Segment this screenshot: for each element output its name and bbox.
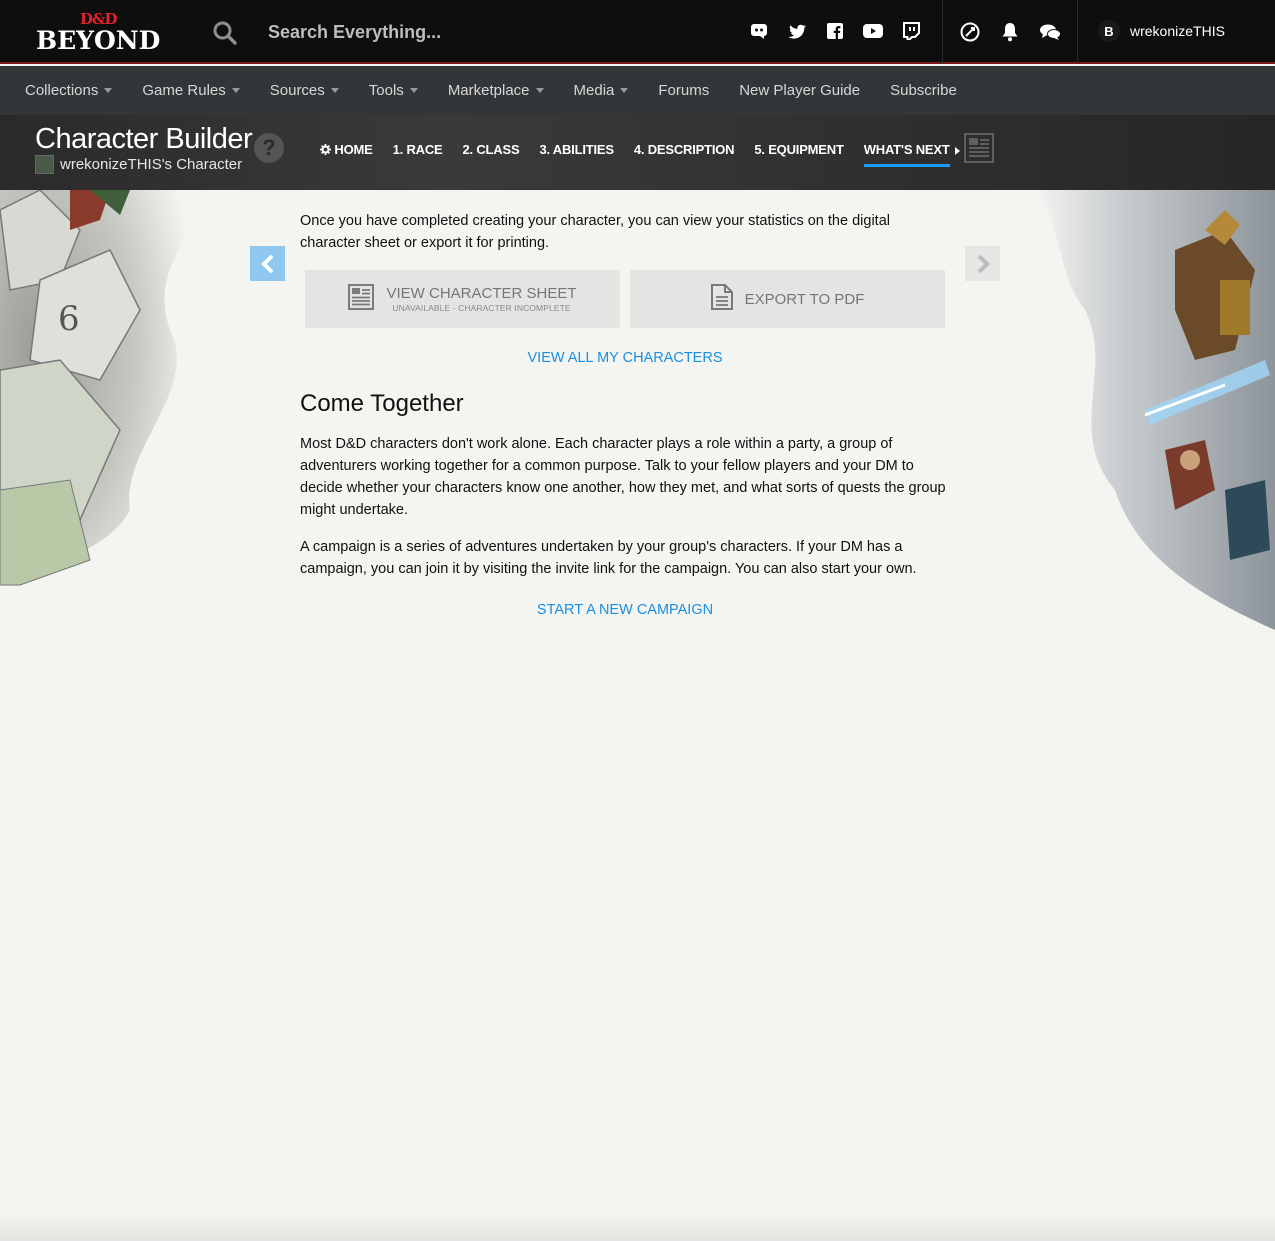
dnd-beyond-logo[interactable]: D&D BEYOND: [36, 10, 168, 56]
nav-label: New Player Guide: [739, 82, 861, 99]
step-whats-next[interactable]: WHAT'S NEXT: [863, 142, 960, 167]
step-abilities[interactable]: 3. ABILITIES: [539, 142, 614, 167]
step-label: 2. CLASS: [462, 142, 520, 157]
step-class[interactable]: 2. CLASS: [463, 142, 520, 167]
nav-label: Tools: [368, 82, 404, 99]
document-icon: [710, 283, 733, 315]
discord-icon[interactable]: [748, 20, 770, 42]
nav-label: Game Rules: [142, 82, 226, 99]
start-new-campaign-link[interactable]: START A NEW CAMPAIGN: [300, 602, 950, 618]
question-icon: ?: [262, 135, 276, 160]
chat-icon[interactable]: [1038, 20, 1062, 44]
header-divider: [942, 0, 943, 64]
caret-right-icon: [954, 146, 960, 155]
nav-label: Sources: [269, 82, 325, 99]
gear-icon: [320, 142, 334, 157]
step-home[interactable]: HOME: [320, 142, 373, 167]
nav-label: Collections: [25, 82, 99, 99]
caret-down-icon: [620, 88, 629, 93]
twitter-icon[interactable]: [786, 20, 808, 42]
social-links: [748, 20, 922, 42]
dice-icon[interactable]: [958, 20, 982, 44]
previous-step-button[interactable]: [250, 246, 285, 281]
page-title: Character Builder: [35, 123, 253, 155]
nav-item-collections[interactable]: Collections: [25, 82, 113, 99]
step-label: 3. ABILITIES: [539, 142, 614, 157]
character-sheet-icon[interactable]: [964, 133, 994, 163]
character-name: wrekonizeTHIS's Character: [35, 155, 242, 174]
main-nav: Collections Game Rules Sources Tools Mar…: [0, 66, 1275, 115]
step-label: 5. EQUIPMENT: [754, 142, 844, 157]
nav-label: Subscribe: [890, 82, 957, 99]
twitch-icon[interactable]: [900, 20, 922, 42]
logo-beyond-text: BEYOND: [36, 26, 161, 55]
facebook-icon[interactable]: [824, 20, 846, 42]
nav-label: Marketplace: [447, 82, 530, 99]
bell-icon[interactable]: [998, 20, 1022, 44]
svg-text:6: 6: [58, 299, 80, 339]
step-label: 1. RACE: [392, 142, 443, 157]
step-description[interactable]: 4. DESCRIPTION: [634, 142, 735, 167]
step-race[interactable]: 1. RACE: [393, 142, 443, 167]
main-content: Once you have completed creating your ch…: [300, 190, 950, 254]
campaign-paragraph: A campaign is a series of adventures und…: [300, 539, 917, 577]
youtube-icon[interactable]: [862, 20, 884, 42]
step-label: 4. DESCRIPTION: [633, 142, 735, 157]
view-sheet-labels: VIEW CHARACTER SHEET UNAVAILABLE - CHARA…: [386, 285, 576, 313]
page-bottom-fade: [0, 1213, 1275, 1241]
help-button[interactable]: ?: [254, 133, 284, 163]
come-together-paragraph: Most D&D characters don't work alone. Ea…: [300, 436, 946, 518]
intro-text: Once you have completed creating your ch…: [300, 213, 890, 251]
nav-item-marketplace[interactable]: Marketplace: [448, 82, 544, 99]
view-sheet-label: VIEW CHARACTER SHEET: [386, 285, 577, 302]
step-label: WHAT'S NEXT: [863, 142, 950, 157]
section-title: Come Together: [300, 390, 464, 417]
dice-artwork: 6: [0, 190, 220, 590]
nav-item-new-player-guide[interactable]: New Player Guide: [739, 82, 860, 99]
builder-steps: HOME 1. RACE 2. CLASS 3. ABILITIES 4. DE…: [320, 142, 960, 167]
view-character-sheet-button[interactable]: VIEW CHARACTER SHEET UNAVAILABLE - CHARA…: [305, 270, 620, 328]
top-header: D&D BEYOND Search Everything... B wrekon…: [0, 0, 1275, 64]
nav-item-sources[interactable]: Sources: [270, 82, 339, 99]
caret-down-icon: [330, 88, 339, 93]
export-pdf-button[interactable]: EXPORT TO PDF: [630, 270, 945, 328]
step-equipment[interactable]: 5. EQUIPMENT: [754, 142, 844, 167]
header-utilities: [958, 20, 1062, 44]
character-name-label: wrekonizeTHIS's Character: [60, 156, 243, 173]
nav-item-media[interactable]: Media: [574, 82, 629, 99]
user-badge: B: [1098, 20, 1120, 42]
character-avatar: [35, 155, 54, 174]
export-pdf-label: EXPORT TO PDF: [744, 290, 865, 308]
chevron-left-icon: [260, 254, 273, 273]
step-label: HOME: [334, 142, 373, 157]
nav-label: Forums: [658, 82, 710, 99]
nav-item-game-rules[interactable]: Game Rules: [142, 82, 240, 99]
caret-down-icon: [104, 88, 113, 93]
chevron-right-icon: [977, 254, 990, 273]
view-sheet-sublabel: UNAVAILABLE - CHARACTER INCOMPLETE: [392, 303, 571, 313]
caret-down-icon: [535, 88, 544, 93]
nav-item-subscribe[interactable]: Subscribe: [890, 82, 957, 99]
nav-item-forums[interactable]: Forums: [658, 82, 709, 99]
search-input[interactable]: [256, 14, 616, 50]
caret-down-icon: [409, 88, 418, 93]
nav-label: Media: [573, 82, 615, 99]
caret-down-icon: [231, 88, 240, 93]
character-sheet-icon: [348, 283, 375, 315]
nav-item-tools[interactable]: Tools: [369, 82, 418, 99]
adventurers-artwork: [1025, 190, 1275, 630]
username: wrekonizeTHIS: [1130, 23, 1225, 39]
search-icon[interactable]: [212, 20, 238, 46]
header-divider: [1077, 0, 1078, 64]
view-all-characters-link[interactable]: VIEW ALL MY CHARACTERS: [300, 350, 950, 366]
builder-header: Character Builder wrekonizeTHIS's Charac…: [0, 115, 1275, 190]
user-menu[interactable]: B wrekonizeTHIS: [1098, 20, 1225, 42]
next-step-button[interactable]: [965, 246, 1000, 281]
